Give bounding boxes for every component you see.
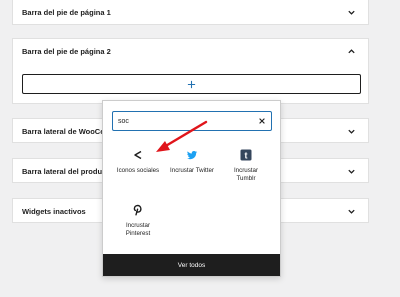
panel-title: Barra lateral del producto [22, 166, 114, 176]
chevron-down-icon[interactable] [347, 127, 356, 136]
block-label: Incrustar Pinterest [125, 222, 151, 237]
chevron-down-icon[interactable] [347, 207, 356, 216]
panel-header[interactable]: Barra del pie de página 1 [13, 0, 368, 25]
pinterest-icon [133, 204, 142, 216]
svg-text:t: t [245, 150, 248, 160]
block-social-icons[interactable]: Iconos sociales [113, 147, 163, 175]
panel-title: Widgets inactivos [22, 206, 86, 216]
block-icon [132, 202, 144, 218]
widget-area-footer-1[interactable]: Barra del pie de página 1 [12, 0, 369, 25]
block-search-field[interactable] [112, 111, 272, 131]
panel-header[interactable]: Barra del pie de página 2 [13, 39, 368, 63]
chevron-up-icon[interactable] [347, 47, 356, 56]
block-inserter-popover: Iconos sociales Incrustar Twitter t Incr… [102, 100, 281, 277]
close-icon[interactable] [258, 117, 266, 125]
block-embed-pinterest[interactable]: Incrustar Pinterest [113, 202, 163, 238]
block-label: Iconos sociales [116, 167, 160, 174]
block-icon [186, 147, 198, 163]
block-label: Incrustar Tumblr [233, 167, 259, 182]
tumblr-icon: t [240, 149, 252, 161]
widget-area-footer-2: Barra del pie de página 2 [12, 38, 369, 104]
view-all-button[interactable]: Ver todos [103, 254, 280, 276]
panel-title: Barra del pie de página 1 [22, 8, 111, 17]
block-embed-tumblr[interactable]: t Incrustar Tumblr [221, 147, 271, 183]
block-embed-twitter[interactable]: Incrustar Twitter [167, 147, 217, 175]
block-search-input[interactable] [118, 117, 258, 125]
share-icon [134, 150, 142, 160]
block-icon [132, 147, 144, 163]
panel-title: Barra del pie de página 2 [22, 46, 111, 56]
chevron-down-icon[interactable] [347, 167, 356, 176]
block-icon: t [240, 147, 252, 163]
plus-icon [187, 80, 196, 88]
twitter-icon [187, 150, 198, 160]
add-block-button[interactable] [22, 74, 361, 94]
block-label: Incrustar Twitter [170, 167, 214, 174]
chevron-down-icon[interactable] [347, 8, 356, 17]
